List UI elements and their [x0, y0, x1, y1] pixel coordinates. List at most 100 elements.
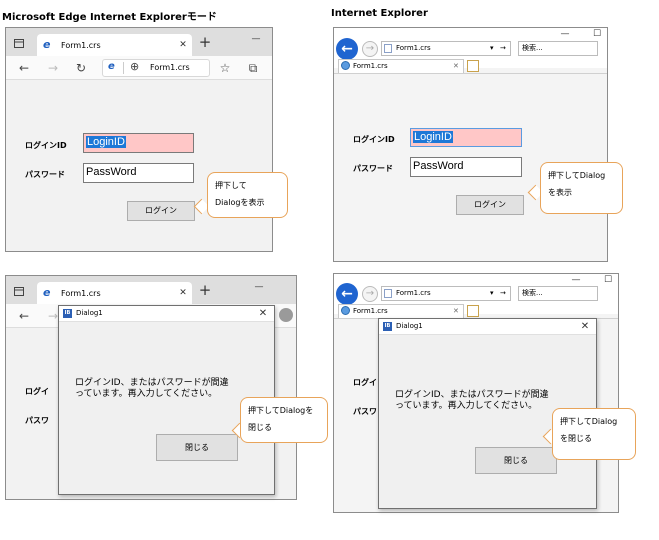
dialog-message: ログインID、またはパスワードが間違 っています。再入力してください。 — [75, 378, 270, 400]
callout-login-ie: 押下してDialog を表示 — [540, 162, 623, 214]
ie-address-bar[interactable]: Form1.crs ▾ → — [381, 41, 511, 56]
dropdown-icon[interactable]: ▾ — [490, 287, 494, 300]
callout-text-line2: 閉じる — [248, 423, 272, 432]
ie-address-text: Form1.crs — [396, 44, 431, 52]
login-id-label: ログインID — [25, 141, 67, 150]
ie-tab[interactable]: Form1.crs ✕ — [338, 59, 464, 73]
ie-tab-icon — [341, 306, 350, 315]
callout-text-line2: を表示 — [548, 188, 572, 197]
refresh-icon[interactable]: ↻ — [74, 61, 88, 75]
ie-address-text: Form1.crs — [396, 289, 431, 297]
callout-close-edge: 押下してDialogを 閉じる — [240, 397, 328, 443]
forward-arrow-icon[interactable]: → — [362, 286, 378, 302]
dialog-app-icon: IB — [383, 322, 392, 331]
star-add-icon[interactable]: ☆ — [218, 61, 232, 75]
password-label: パスワード — [353, 164, 393, 173]
ie-e-icon: e — [43, 286, 51, 299]
back-arrow-icon[interactable]: ← — [17, 309, 31, 323]
callout-text-line1: 押下してDialogを — [248, 406, 314, 415]
ie-address-bar[interactable]: Form1.crs ▾ → — [381, 286, 511, 301]
dialog-message-line1: ログインID、またはパスワードが間違 — [75, 378, 229, 388]
close-icon[interactable]: ✕ — [453, 305, 459, 317]
plus-icon[interactable]: + — [198, 283, 212, 298]
close-icon[interactable]: ✕ — [177, 38, 189, 52]
callout-text-line2: を閉じる — [560, 434, 592, 443]
callout-text-line1: 押下して — [215, 181, 247, 190]
edge-address-bar[interactable]: e ⊕ Form1.crs — [102, 59, 210, 77]
collections-icon[interactable]: ⧉ — [246, 61, 260, 75]
minimize-icon[interactable]: — — [559, 28, 571, 41]
dropdown-icon[interactable]: ▾ — [490, 42, 494, 55]
login-id-label-partial: ログイ — [353, 378, 377, 387]
ie-tab-title: Form1.crs — [353, 62, 388, 70]
edge-address-text: Form1.crs — [150, 63, 190, 72]
close-button[interactable]: 閉じる — [156, 434, 238, 461]
edge-tab[interactable]: e Form1.crs ✕ — [37, 282, 192, 304]
tab-actions-icon[interactable] — [12, 37, 26, 49]
back-arrow-icon[interactable]: ← — [336, 38, 358, 60]
dialog-title: Dialog1 — [396, 322, 423, 330]
minimize-icon[interactable]: — — [252, 280, 266, 294]
maximize-icon[interactable]: ☐ — [591, 28, 603, 41]
minimize-icon[interactable]: — — [249, 32, 263, 46]
dialog-title: Dialog1 — [76, 309, 103, 317]
dialog-title-bar: IB Dialog1 ✕ — [379, 319, 596, 335]
ie-tab-icon — [341, 61, 350, 70]
go-arrow-icon[interactable]: → — [500, 287, 506, 300]
login-id-input[interactable]: LoginID — [83, 133, 194, 153]
edge-window-login: e Form1.crs ✕ + — ← → ↻ e ⊕ Form1.crs ☆ … — [5, 27, 273, 252]
ie-tab-title: Form1.crs — [353, 307, 388, 315]
edge-section-heading: Microsoft Edge Internet Explorerモード — [2, 12, 217, 23]
close-icon[interactable]: ✕ — [257, 307, 269, 321]
login-id-label-partial: ログイ — [25, 387, 49, 396]
close-icon[interactable]: ✕ — [177, 286, 189, 300]
plus-icon[interactable]: + — [198, 35, 212, 50]
back-arrow-icon[interactable]: ← — [17, 61, 31, 75]
new-tab-icon[interactable] — [467, 60, 479, 72]
tab-actions-icon[interactable] — [12, 285, 26, 297]
ie-tab[interactable]: Form1.crs ✕ — [338, 304, 464, 318]
edge-tab[interactable]: e Form1.crs ✕ — [37, 34, 192, 56]
login-button[interactable]: ログイン — [127, 201, 195, 221]
toolbar-divider — [334, 73, 607, 74]
login-id-label: ログインID — [353, 135, 395, 144]
ie-window-login: — ☐ ← → Form1.crs ▾ → 検索... Form1.crs ✕ … — [333, 27, 608, 262]
callout-text-line1: 押下してDialog — [560, 417, 618, 426]
back-arrow-icon[interactable]: ← — [336, 283, 358, 305]
callout-text-line1: 押下してDialog — [548, 171, 606, 180]
callout-login-edge: 押下して Dialogを表示 — [207, 172, 288, 218]
ie-e-icon: e — [43, 38, 51, 51]
password-label: パスワード — [25, 170, 65, 179]
address-divider — [123, 62, 124, 74]
globe-icon: ⊕ — [130, 60, 140, 73]
ie-search-box[interactable]: 検索... — [518, 41, 598, 56]
ie-section-heading: Internet Explorer — [331, 8, 428, 19]
close-icon[interactable]: ✕ — [579, 320, 591, 334]
callout-close-ie: 押下してDialog を閉じる — [552, 408, 636, 460]
dialog-title-bar: IB Dialog1 ✕ — [59, 306, 274, 322]
ie-search-box[interactable]: 検索... — [518, 286, 598, 301]
login-id-input[interactable]: LoginID — [410, 128, 522, 147]
password-input[interactable]: PassWord — [410, 157, 522, 177]
dialog-app-icon: IB — [63, 309, 72, 318]
go-arrow-icon[interactable]: → — [500, 42, 506, 55]
edge-tab-title: Form1.crs — [61, 289, 101, 298]
maximize-icon[interactable]: ☐ — [602, 274, 614, 287]
password-input[interactable]: PassWord — [83, 163, 194, 183]
dialog-message-line1: ログインID、またはパスワードが間違 — [395, 390, 549, 400]
close-icon[interactable]: ✕ — [453, 60, 459, 72]
close-button[interactable]: 閉じる — [475, 447, 557, 474]
ie-mode-icon[interactable]: e — [108, 61, 115, 72]
minimize-icon[interactable]: — — [570, 274, 582, 287]
dialog-message-line2: っています。再入力してください。 — [75, 389, 218, 399]
password-label-partial: パスワ — [353, 407, 377, 416]
password-label-partial: パスワ — [25, 416, 49, 425]
page-icon — [384, 289, 392, 298]
forward-arrow-icon[interactable]: → — [46, 61, 60, 75]
forward-arrow-icon[interactable]: → — [362, 41, 378, 57]
new-tab-icon[interactable] — [467, 305, 479, 317]
edge-tab-title: Form1.crs — [61, 41, 101, 50]
callout-text-line2: Dialogを表示 — [215, 198, 265, 207]
login-button[interactable]: ログイン — [456, 195, 524, 215]
profile-icon[interactable] — [279, 308, 293, 322]
